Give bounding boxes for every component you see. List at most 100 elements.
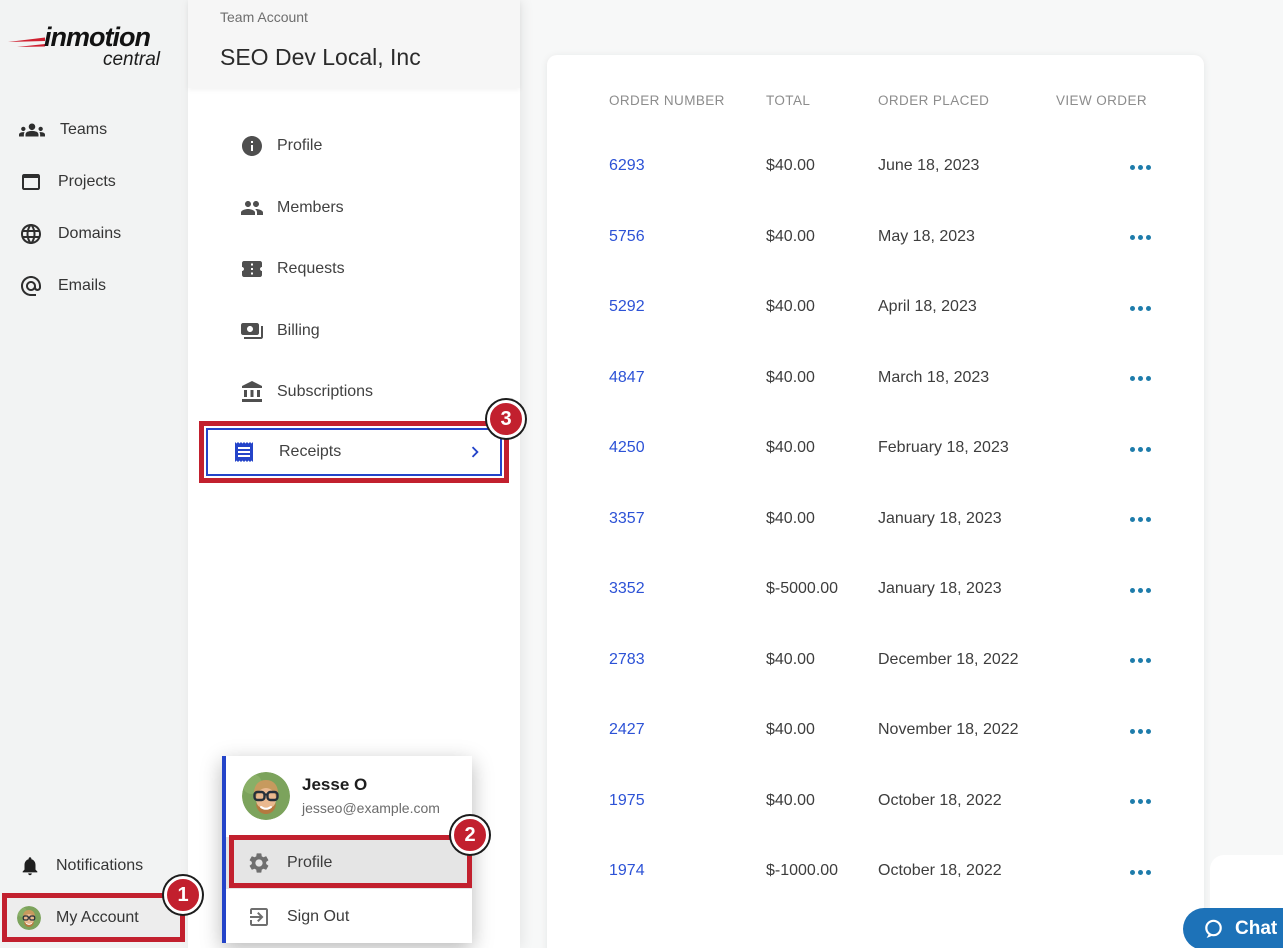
order-number-link[interactable]: 4847 [609,369,766,387]
view-order-menu-button[interactable] [1124,864,1157,881]
teams-icon [19,117,45,143]
sign-out-icon [247,905,271,929]
sidebar-item-my-account[interactable]: My Account [2,893,185,942]
order-number-link[interactable]: 4250 [609,439,766,457]
order-total: $40.00 [766,792,878,810]
panel-item-receipts[interactable]: Receipts [206,428,502,476]
panel-item-label: Subscriptions [277,383,373,401]
table-row: 2783$40.00December 18, 2022 [547,625,1204,696]
order-placed-date: October 18, 2022 [878,792,1056,810]
order-number-link[interactable]: 5292 [609,298,766,316]
panel-item-label: Billing [277,322,320,340]
team-account-eyebrow: Team Account [220,9,308,25]
panel-item-label: Profile [277,137,322,155]
user-avatar-large [242,772,290,820]
my-account-label: My Account [56,909,139,927]
logo-swoosh-icon [8,34,46,54]
order-total: $40.00 [766,721,878,739]
order-placed-date: January 18, 2023 [878,510,1056,528]
order-number-link[interactable]: 6293 [609,157,766,175]
user-email: jesseo@example.com [302,800,440,816]
view-order-cell [1056,157,1224,176]
projects-icon [19,170,43,194]
order-total: $40.00 [766,298,878,316]
sidebar-item-domains[interactable]: Domains [0,208,188,260]
sidebar-item-label: Domains [58,225,121,243]
order-number-link[interactable]: 1975 [609,792,766,810]
view-order-cell [1056,580,1224,599]
gear-icon [247,851,271,875]
popup-item-profile[interactable]: Profile [226,837,472,889]
view-order-menu-button[interactable] [1124,229,1157,246]
column-header-total: TOTAL [766,93,878,108]
order-placed-date: January 18, 2023 [878,580,1056,598]
order-number-link[interactable]: 3352 [609,580,766,598]
order-number-link[interactable]: 1974 [609,862,766,880]
panel-item-profile[interactable]: Profile [188,120,520,172]
view-order-menu-button[interactable] [1124,793,1157,810]
sidebar-item-emails[interactable]: Emails [0,260,188,312]
order-total: $40.00 [766,157,878,175]
panel-item-members[interactable]: Members [188,182,520,234]
view-order-cell [1056,368,1224,387]
order-number-link[interactable]: 2427 [609,721,766,739]
table-row: 3352$-5000.00January 18, 2023 [547,554,1204,625]
view-order-menu-button[interactable] [1124,723,1157,740]
view-order-cell [1056,439,1224,458]
user-name: Jesse O [302,775,440,795]
table-row: 5292$40.00April 18, 2023 [547,272,1204,343]
sidebar-bottom: Notifications [0,840,188,892]
notifications-icon [19,855,41,877]
view-order-cell [1056,509,1224,528]
app-window: inmotion central Teams Projects Domains … [0,0,1283,948]
panel-item-requests[interactable]: Requests [188,243,520,295]
column-header-order-number: ORDER NUMBER [609,93,766,108]
annotation-box-step3: Receipts [199,421,509,483]
order-placed-date: November 18, 2022 [878,721,1056,739]
billing-icon [240,319,264,343]
annotation-badge-2: 2 [451,816,489,854]
order-number-link[interactable]: 2783 [609,651,766,669]
view-order-menu-button[interactable] [1124,441,1157,458]
table-row: 5756$40.00May 18, 2023 [547,202,1204,273]
view-order-menu-button[interactable] [1124,370,1157,387]
order-placed-date: April 18, 2023 [878,298,1056,316]
panel-item-label: Receipts [279,443,441,461]
order-number-link[interactable]: 5756 [609,228,766,246]
user-account-popup: Jesse O jesseo@example.com Profile Sign … [222,756,472,943]
panel-item-label: Requests [277,260,345,278]
view-order-menu-button[interactable] [1124,582,1157,599]
view-order-menu-button[interactable] [1124,652,1157,669]
order-placed-date: June 18, 2023 [878,157,1056,175]
sidebar-item-label: Emails [58,277,106,295]
orders-table-body: 6293$40.00June 18, 20235756$40.00May 18,… [547,131,1204,907]
view-order-menu-button[interactable] [1124,511,1157,528]
sidebar: inmotion central Teams Projects Domains … [0,0,188,948]
order-placed-date: May 18, 2023 [878,228,1056,246]
order-total: $40.00 [766,510,878,528]
popup-item-sign-out[interactable]: Sign Out [226,891,472,943]
receipts-icon [232,440,256,464]
view-order-cell [1056,721,1224,740]
sidebar-item-label: Teams [60,121,107,139]
column-header-order-placed: ORDER PLACED [878,93,1056,108]
chat-button[interactable]: Chat [1183,908,1283,948]
sidebar-item-projects[interactable]: Projects [0,156,188,208]
panel-item-billing[interactable]: Billing [188,305,520,357]
view-order-cell [1056,791,1224,810]
sidebar-item-notifications[interactable]: Notifications [0,840,188,892]
table-row: 3357$40.00January 18, 2023 [547,484,1204,555]
table-row: 1974$-1000.00October 18, 2022 [547,836,1204,907]
sidebar-item-teams[interactable]: Teams [0,104,188,156]
order-placed-date: February 18, 2023 [878,439,1056,457]
emails-icon [19,274,43,298]
view-order-cell [1056,227,1224,246]
order-number-link[interactable]: 3357 [609,510,766,528]
subscriptions-icon [240,380,264,404]
domains-icon [19,222,43,246]
view-order-menu-button[interactable] [1124,300,1157,317]
members-icon [240,196,264,220]
panel-item-subscriptions[interactable]: Subscriptions [188,366,520,418]
view-order-menu-button[interactable] [1124,159,1157,176]
popup-user-header: Jesse O jesseo@example.com [226,756,472,835]
